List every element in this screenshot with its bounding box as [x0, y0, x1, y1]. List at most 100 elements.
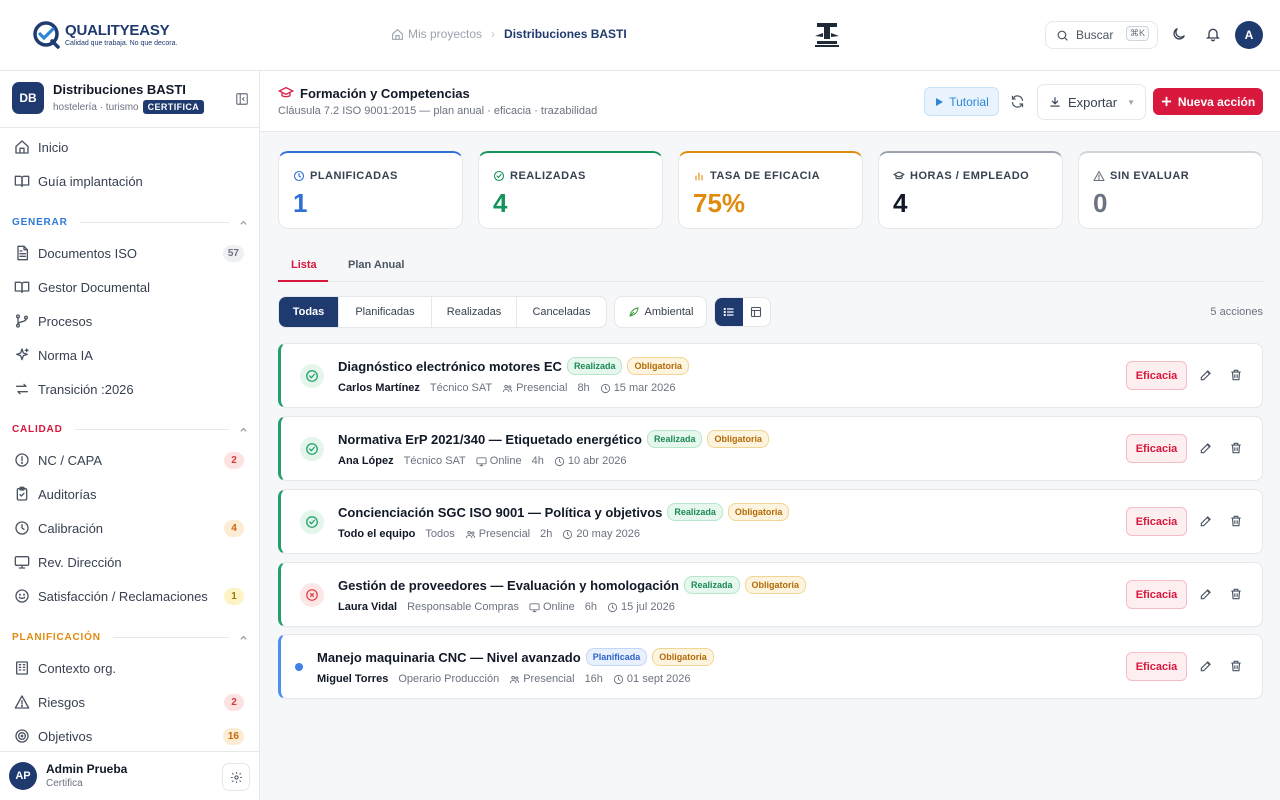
- list-view-icon[interactable]: [715, 298, 743, 326]
- logo-name: QUALITYEASY: [65, 21, 170, 39]
- filter-canceladas[interactable]: Canceladas: [517, 297, 606, 327]
- sidebar-section-0[interactable]: GENERAR: [12, 215, 248, 229]
- edit-pencil-icon[interactable]: [1199, 587, 1213, 601]
- chevron-up-icon: [239, 633, 248, 642]
- stat-label: HORAS / EMPLEADO: [910, 170, 1030, 182]
- collapse-sidebar-icon[interactable]: [235, 92, 249, 106]
- stat-value: 1: [293, 188, 308, 218]
- workspace-sector: hostelería · turismo: [53, 101, 139, 113]
- sidebar-item-1[interactable]: Guía implantación: [14, 170, 246, 192]
- top-bar: QUALITYEASY Calidad que trabaja. No que …: [0, 0, 1280, 71]
- breadcrumb-home-link[interactable]: Mis proyectos: [391, 27, 482, 41]
- app-logo[interactable]: QUALITYEASY Calidad que trabaja. No que …: [32, 20, 177, 50]
- workspace-switcher[interactable]: DB Distribuciones BASTI hostelería · tur…: [12, 82, 205, 114]
- mandatory-badge: Obligatoria: [727, 503, 790, 521]
- stat-card-1: REALIZADAS 4: [478, 151, 663, 229]
- new-action-button[interactable]: Nueva acción: [1153, 88, 1263, 115]
- count-badge: 2: [224, 452, 244, 469]
- training-row[interactable]: Normativa ErP 2021/340 — Etiquetado ener…: [278, 416, 1263, 481]
- sidebar-item-1-1[interactable]: Auditorías: [14, 483, 246, 505]
- sidebar-item-1-3[interactable]: Rev. Dirección: [14, 551, 246, 573]
- stat-card-4: SIN EVALUAR 0: [1078, 151, 1263, 229]
- delete-trash-icon[interactable]: [1229, 368, 1243, 382]
- tab-plan-anual[interactable]: Plan Anual: [348, 259, 404, 271]
- logo-q-icon: [32, 20, 62, 50]
- ambiental-filter-button[interactable]: Ambiental: [614, 296, 707, 328]
- sidebar-item-2-1[interactable]: Riesgos 2: [14, 691, 246, 713]
- delete-trash-icon[interactable]: [1229, 659, 1243, 673]
- sidebar-item-label: Procesos: [38, 313, 93, 329]
- sidebar-item-0-3[interactable]: Norma IA: [14, 344, 246, 366]
- sidebar-item-0-1[interactable]: Gestor Documental: [14, 276, 246, 298]
- eficacia-button[interactable]: Eficacia: [1126, 580, 1187, 609]
- refresh-icon[interactable]: [1010, 94, 1025, 109]
- section-title: GENERAR: [12, 216, 68, 228]
- eficacia-button[interactable]: Eficacia: [1126, 652, 1187, 681]
- edit-pencil-icon[interactable]: [1199, 514, 1213, 528]
- export-button[interactable]: Exportar ▼: [1037, 84, 1146, 120]
- sidebar-item-0-4[interactable]: Transición :2026: [14, 378, 246, 400]
- people-icon: [502, 383, 513, 394]
- warning-icon: [14, 694, 30, 710]
- training-title: Gestión de proveedores — Evaluación y ho…: [338, 577, 679, 593]
- sidebar-item-2-2[interactable]: Objetivos 16: [14, 725, 246, 747]
- training-row[interactable]: Manejo maquinaria CNC — Nivel avanzado Pl…: [278, 634, 1263, 699]
- sidebar-item-0-2[interactable]: Procesos: [14, 310, 246, 332]
- leaf-icon: [628, 306, 640, 318]
- training-row[interactable]: Concienciación SGC ISO 9001 — Política y…: [278, 489, 1263, 554]
- section-title: CALIDAD: [12, 423, 63, 435]
- training-row[interactable]: Gestión de proveedores — Evaluación y ho…: [278, 562, 1263, 627]
- eficacia-button[interactable]: Eficacia: [1126, 507, 1187, 536]
- logo-tagline: Calidad que trabaja. No que decora.: [65, 39, 178, 47]
- edit-pencil-icon[interactable]: [1199, 441, 1213, 455]
- filter-planificadas[interactable]: Planificadas: [339, 297, 432, 327]
- breadcrumb: Mis proyectos › Distribuciones BASTI: [391, 27, 627, 41]
- stat-label: REALIZADAS: [510, 170, 586, 182]
- user-avatar[interactable]: A: [1235, 21, 1263, 49]
- delete-trash-icon[interactable]: [1229, 514, 1243, 528]
- sidebar-item-1-4[interactable]: Satisfacción / Reclamaciones 1: [14, 585, 246, 607]
- notifications-bell-icon[interactable]: [1205, 26, 1221, 42]
- delete-trash-icon[interactable]: [1229, 441, 1243, 455]
- sidebar-item-2-0[interactable]: Contexto org.: [14, 657, 246, 679]
- workspace-name: Distribuciones BASTI: [53, 82, 186, 97]
- delete-trash-icon[interactable]: [1229, 587, 1243, 601]
- sidebar-item-label: NC / CAPA: [38, 452, 103, 468]
- count-badge: 1: [224, 588, 244, 605]
- user-name: Admin Prueba: [46, 762, 128, 776]
- tutorial-button[interactable]: Tutorial: [924, 87, 999, 116]
- branch-icon: [14, 313, 30, 329]
- tab-lista[interactable]: Lista: [291, 259, 317, 271]
- eficacia-button[interactable]: Eficacia: [1126, 434, 1187, 463]
- eficacia-button[interactable]: Eficacia: [1126, 361, 1187, 390]
- user-settings-button[interactable]: [222, 763, 250, 791]
- dark-mode-moon-icon[interactable]: [1171, 26, 1187, 42]
- sidebar-section-2[interactable]: PLANIFICACIÓN: [12, 630, 248, 644]
- search-label: Buscar: [1076, 28, 1114, 42]
- sidebar-section-1[interactable]: CALIDAD: [12, 422, 248, 436]
- sidebar-item-label: Inicio: [38, 139, 69, 155]
- edit-pencil-icon[interactable]: [1199, 368, 1213, 382]
- count-badge: 2: [224, 694, 244, 711]
- new-action-label: Nueva acción: [1177, 94, 1256, 109]
- sidebar-item-0-0[interactable]: Documentos ISO 57: [14, 242, 246, 264]
- table-view-icon[interactable]: [743, 298, 771, 326]
- sidebar: DB Distribuciones BASTI hostelería · tur…: [0, 71, 260, 800]
- sidebar-item-1-2[interactable]: Calibración 4: [14, 517, 246, 539]
- training-title: Manejo maquinaria CNC — Nivel avanzado: [317, 649, 581, 665]
- search-button[interactable]: Buscar ⌘K: [1045, 21, 1158, 49]
- filter-todas[interactable]: Todas: [279, 297, 339, 327]
- sidebar-item-1-0[interactable]: NC / CAPA 2: [14, 449, 246, 471]
- sidebar-item-0[interactable]: Inicio: [14, 136, 246, 158]
- user-avatar-sidebar[interactable]: AP: [9, 762, 37, 790]
- edit-pencil-icon[interactable]: [1199, 659, 1213, 673]
- filter-realizadas[interactable]: Realizadas: [432, 297, 517, 327]
- sidebar-item-label: Contexto org.: [38, 660, 117, 676]
- tutorial-label: Tutorial: [949, 94, 989, 109]
- training-date: 10 abr 2026: [567, 455, 627, 467]
- warning-icon: [1093, 170, 1105, 182]
- training-row[interactable]: Diagnóstico electrónico motores EC Realiz…: [278, 343, 1263, 408]
- training-hours: 6h: [584, 601, 598, 613]
- page-title: Formación y Competencias: [300, 85, 470, 101]
- planned-dot-icon: [295, 663, 303, 671]
